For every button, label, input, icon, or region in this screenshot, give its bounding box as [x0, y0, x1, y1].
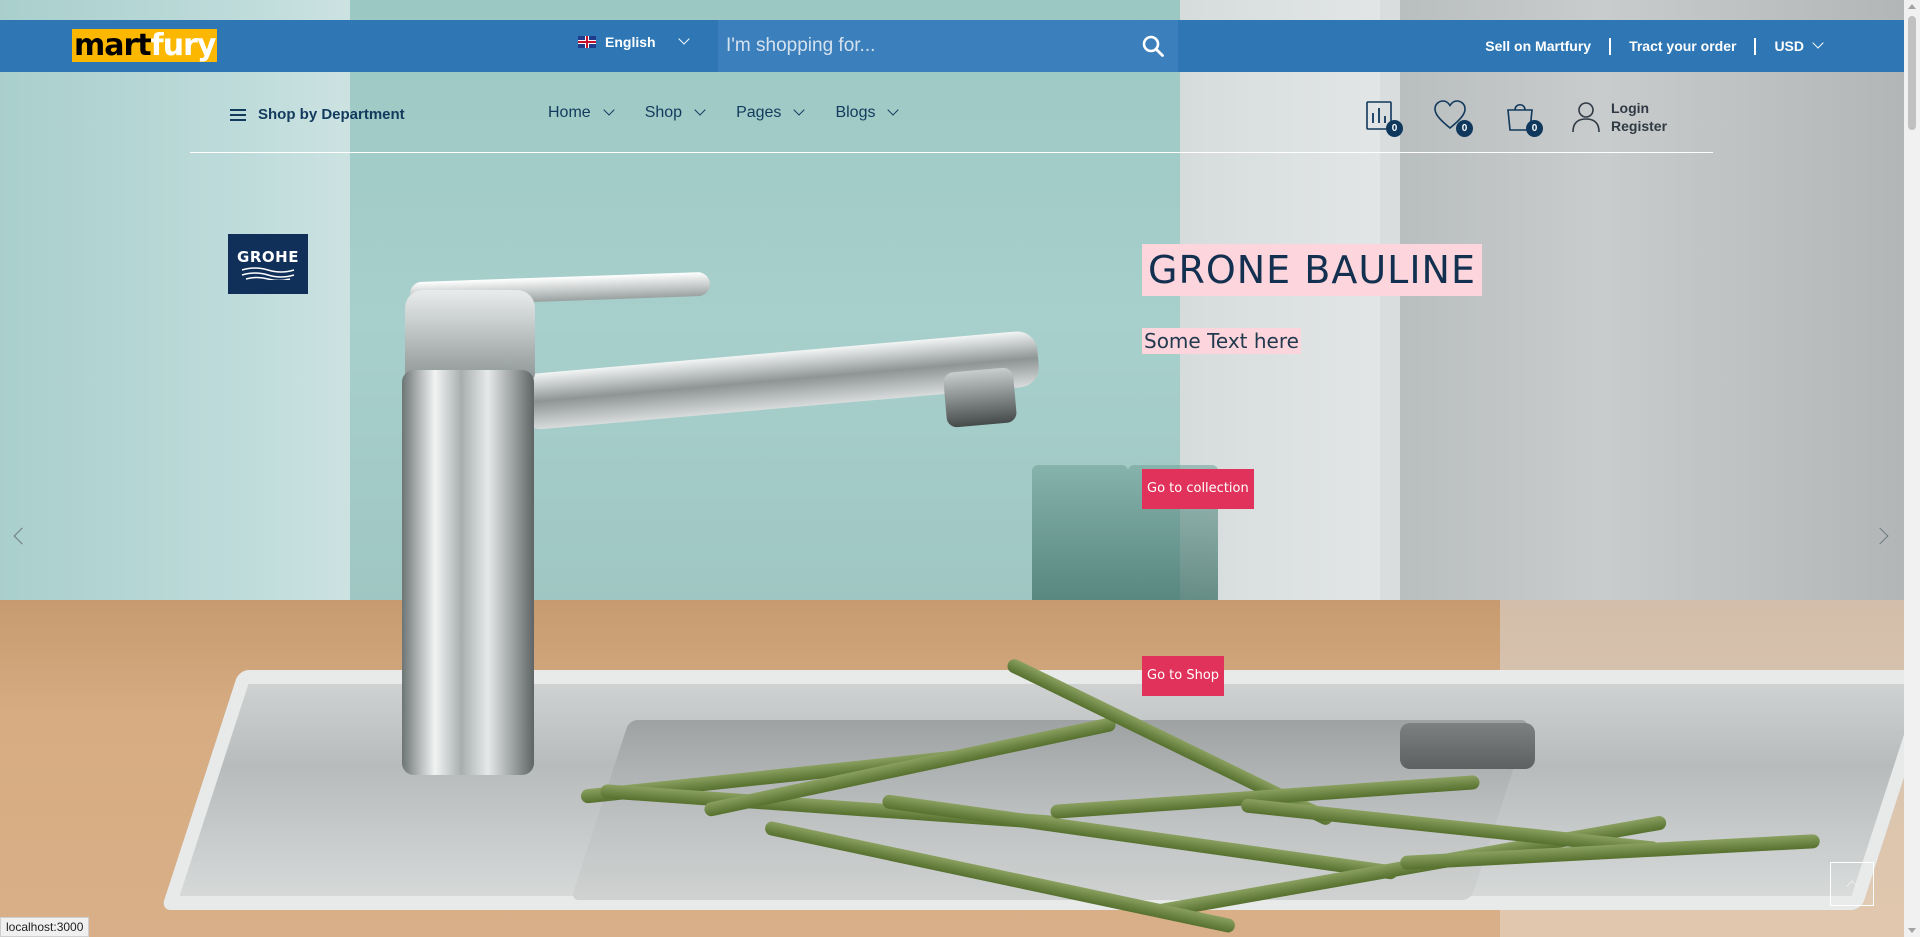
- go-to-collection-button[interactable]: Go to collection: [1142, 469, 1254, 509]
- scroll-up-arrow-icon[interactable]: [1908, 4, 1916, 9]
- header-bar: martfury English Sell on Martfury Tract …: [0, 20, 1904, 72]
- language-selector[interactable]: English: [578, 33, 690, 50]
- divider: [1754, 37, 1757, 55]
- chevron-down-icon: [793, 104, 806, 116]
- main-navigation: Shop by Department Home Shop Pages Blogs: [190, 72, 1713, 153]
- page-scrollbar[interactable]: [1904, 0, 1920, 937]
- nav-item-label: Blogs: [835, 104, 876, 121]
- header-links: Sell on Martfury Tract your order USD: [1485, 20, 1904, 72]
- chevron-down-icon: [1812, 37, 1824, 49]
- compare-count-badge: 0: [1386, 120, 1403, 137]
- scroll-down-arrow-icon[interactable]: [1908, 928, 1916, 933]
- faucet-head: [405, 290, 535, 380]
- nav-item-home[interactable]: Home: [548, 104, 615, 122]
- shop-by-department-button[interactable]: Shop by Department: [230, 106, 405, 123]
- cart-count-badge: 0: [1526, 120, 1543, 137]
- user-icon: [1572, 102, 1600, 133]
- nav-item-label: Home: [548, 104, 591, 121]
- register-link[interactable]: Register: [1611, 117, 1667, 135]
- status-bar-url: localhost:3000: [0, 917, 90, 937]
- chevron-down-icon: [694, 104, 706, 116]
- currency-label: USD: [1774, 38, 1804, 54]
- faucet-tip: [942, 367, 1018, 428]
- track-order-link[interactable]: Tract your order: [1629, 38, 1736, 54]
- header-actions: 0 0 0 Login Register: [1363, 99, 1667, 137]
- logo-text-fury: fury: [150, 28, 217, 63]
- nav-menu: Home Shop Pages Blogs: [548, 104, 929, 122]
- slide-title: GRONE BAULINE: [1142, 244, 1482, 296]
- chevron-down-icon: [603, 104, 615, 116]
- chevron-down-icon: [677, 33, 690, 45]
- wave-icon: [241, 267, 295, 280]
- brand-logo-text: GROHE: [237, 248, 299, 266]
- chevron-up-icon: [1846, 880, 1858, 892]
- wishlist-button[interactable]: 0: [1433, 99, 1473, 137]
- nav-item-pages[interactable]: Pages: [736, 104, 806, 122]
- nav-item-label: Shop: [644, 104, 683, 121]
- scrollbar-thumb[interactable]: [1908, 16, 1916, 130]
- faucet-body: [402, 370, 534, 775]
- go-to-shop-button[interactable]: Go to Shop: [1142, 656, 1225, 696]
- nav-item-blogs[interactable]: Blogs: [835, 104, 900, 122]
- account-menu[interactable]: Login Register: [1571, 99, 1667, 135]
- search-bar: [718, 20, 1178, 72]
- site-logo[interactable]: martfury: [72, 28, 218, 63]
- menu-icon: [230, 108, 246, 121]
- search-input[interactable]: [718, 20, 1128, 72]
- chevron-down-icon: [887, 104, 900, 116]
- nav-item-label: Pages: [736, 104, 782, 121]
- department-label: Shop by Department: [258, 106, 405, 123]
- sell-link[interactable]: Sell on Martfury: [1485, 38, 1591, 54]
- search-icon: [1142, 35, 1164, 57]
- nav-item-shop[interactable]: Shop: [644, 104, 706, 122]
- back-to-top-button[interactable]: [1830, 862, 1874, 906]
- slide-subtitle: Some Text here: [1142, 328, 1301, 354]
- account-labels: Login Register: [1611, 99, 1667, 135]
- divider: [1609, 37, 1612, 55]
- search-button[interactable]: [1128, 20, 1178, 72]
- logo-text-mart: mart: [74, 28, 152, 63]
- compare-button[interactable]: 0: [1363, 99, 1403, 137]
- currency-selector[interactable]: USD: [1774, 37, 1824, 54]
- grohe-brand-logo: GROHE: [228, 234, 308, 294]
- cart-button[interactable]: 0: [1503, 99, 1543, 137]
- login-link[interactable]: Login: [1611, 99, 1667, 117]
- uk-flag-icon: [578, 36, 596, 48]
- background-drain: [1400, 723, 1535, 769]
- wishlist-count-badge: 0: [1456, 120, 1473, 137]
- language-label: English: [605, 34, 656, 50]
